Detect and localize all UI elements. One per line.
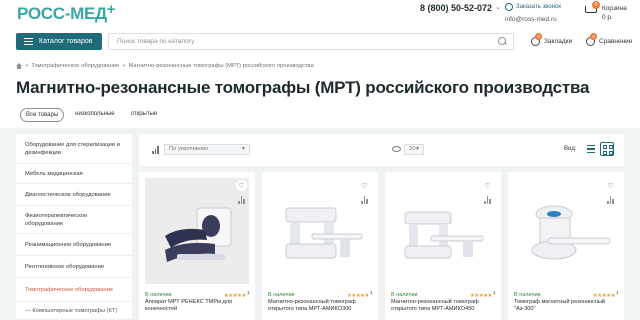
product-card[interactable]: ♡ В наличии ★★★★★1 Томограф магнитный ре… [508,172,624,320]
sort-icon [152,146,160,154]
sidebar-item-diagnostic[interactable]: Диагностическое оборудование [16,184,132,206]
list-view-icon[interactable] [585,143,597,155]
stock-status: В наличии [268,292,295,298]
cart-icon: 0 [584,1,600,16]
rating-count: 1 [492,290,496,295]
product-image[interactable] [268,178,372,284]
compare-icon[interactable] [238,196,247,204]
product-image[interactable] [514,178,618,284]
bookmarks-label: Закладки [544,37,573,45]
callback-link[interactable]: Заказать звонок [505,3,561,11]
sort-select-value: По умолчанию [169,146,209,152]
rating-count: 1 [246,290,250,295]
favorite-icon[interactable]: ♡ [236,180,247,191]
search-input[interactable]: Поиск товара по каталогу [108,33,514,50]
rating-stars: ★★★★★1 [346,290,373,299]
product-name[interactable]: Аппарат МРТ РЕНЕКС ТМРм для конечностей [145,299,249,313]
compare-count-badge: 0 [590,33,597,40]
compare-link[interactable]: 0 Сравнение [585,33,633,46]
per-page-select[interactable]: 20 ▼ [404,144,424,155]
phone-number[interactable]: 8 (800) 50-52-072 [420,3,492,13]
cart-label: Корзина [602,5,627,12]
sidebar-item-resuscitation[interactable]: Реанимационное оборудование [16,234,132,256]
chevron-down-icon: ▼ [415,146,420,152]
menu-icon [24,38,33,45]
view-label: Вид: [564,146,577,152]
cart-widget[interactable]: 0 Корзина 0 р. [584,1,627,22]
sidebar-item-sterilization[interactable]: Оборудование для стерилизации и дезинфек… [16,134,132,164]
rating-count: 1 [615,290,619,295]
filter-open[interactable]: открытые [126,108,163,122]
breadcrumb-separator: » [122,63,126,69]
search-placeholder: Поиск товара по каталогу [117,38,195,45]
product-name[interactable]: Магнитно-резонансный томограф открытого … [391,299,495,313]
stock-status: В наличии [145,292,172,298]
product-card[interactable]: ♡ В наличии ★★★★★1 Магнитно-резонансный … [262,172,378,320]
site-header: РОСС-МЕД+ 8 (800) 50-52-072 ⌄ Заказать з… [0,0,640,62]
bookmarks-count-badge: 0 [535,33,542,40]
breadcrumb: » Томографическое оборудование » Магнитн… [16,63,314,69]
product-image[interactable] [391,178,495,284]
sidebar-item-tomography[interactable]: Томографическое оборудование [16,278,132,302]
product-card[interactable]: ♡ В наличии ★★★★★1 Магнитно-резонансный … [385,172,501,320]
home-icon[interactable] [16,63,22,69]
catalog-button[interactable]: Каталог товаров [16,33,102,50]
phone-icon [505,3,513,11]
filter-all[interactable]: Все товары [20,108,65,122]
grid-view-icon[interactable] [600,142,614,156]
cart-count-badge: 0 [592,1,600,9]
product-name[interactable]: Томограф магнитный резонансный "Аз-300" [514,299,618,313]
chevron-down-icon: ▼ [241,146,246,152]
compare-icon[interactable] [361,196,370,204]
compare-icon[interactable] [484,196,493,204]
email-link[interactable]: info@ross-med.ru [505,16,557,23]
bookmarks-link[interactable]: 0 Закладки [530,33,573,46]
category-sidebar: Оборудование для стерилизации и дезинфек… [16,134,132,320]
sidebar-item-furniture[interactable]: Мебель медицинская [16,164,132,184]
sort-select[interactable]: По умолчанию ▼ [164,144,250,155]
breadcrumb-item[interactable]: Томографическое оборудование [31,63,119,69]
cart-sum: 0 р. [602,14,613,21]
favorite-icon[interactable]: ♡ [359,180,370,191]
compare-label: Сравнение [599,37,633,45]
filter-chips: Все товары низкопольные открытые [20,108,162,122]
rating-stars: ★★★★★1 [592,290,619,299]
rating-count: 1 [369,290,373,295]
product-image[interactable] [145,178,249,284]
rating-stars: ★★★★★1 [223,290,250,299]
product-card[interactable]: ♡ В наличии ★★★★★1 Аппарат МРТ РЕНЕКС ТМ… [139,172,255,320]
logo-text-main: РОСС [17,4,65,23]
breadcrumb-separator: » [25,63,29,69]
eye-icon [392,146,401,152]
search-icon[interactable] [498,37,507,46]
page-title: Магнитно-резонансные томографы (МРТ) рос… [16,78,590,97]
site-logo[interactable]: РОСС-МЕД+ [17,1,116,24]
sidebar-item-ct[interactable]: — Компьютерные томографы (КТ) [16,302,132,320]
logo-plus-icon: + [106,1,116,18]
compare-icon[interactable] [607,196,616,204]
filter-low-field[interactable]: низкопольные [70,108,120,122]
catalog-toolbar: По умолчанию ▼ 20 ▼ Вид: [139,134,624,166]
rating-stars: ★★★★★1 [469,290,496,299]
sidebar-item-xray[interactable]: Рентгеновское оборудование [16,256,132,278]
stock-status: В наличии [514,292,541,298]
logo-text-tail: МЕД [70,4,107,23]
chevron-down-icon[interactable]: ⌄ [495,3,501,11]
sidebar-item-physiotherapy[interactable]: Физиотерапевтическое оборудование [16,206,132,234]
breadcrumb-current: Магнитно-резонансные томографы (МРТ) рос… [128,63,314,69]
stock-status: В наличии [391,292,418,298]
compare-icon: 0 [585,33,597,46]
catalog-button-label: Каталог товаров [39,38,93,45]
bookmark-icon: 0 [530,33,542,46]
product-name[interactable]: Магнитно-резонансный томограф открытого … [268,299,372,313]
favorite-icon[interactable]: ♡ [605,180,616,191]
favorite-icon[interactable]: ♡ [482,180,493,191]
callback-label: Заказать звонок [516,4,561,10]
